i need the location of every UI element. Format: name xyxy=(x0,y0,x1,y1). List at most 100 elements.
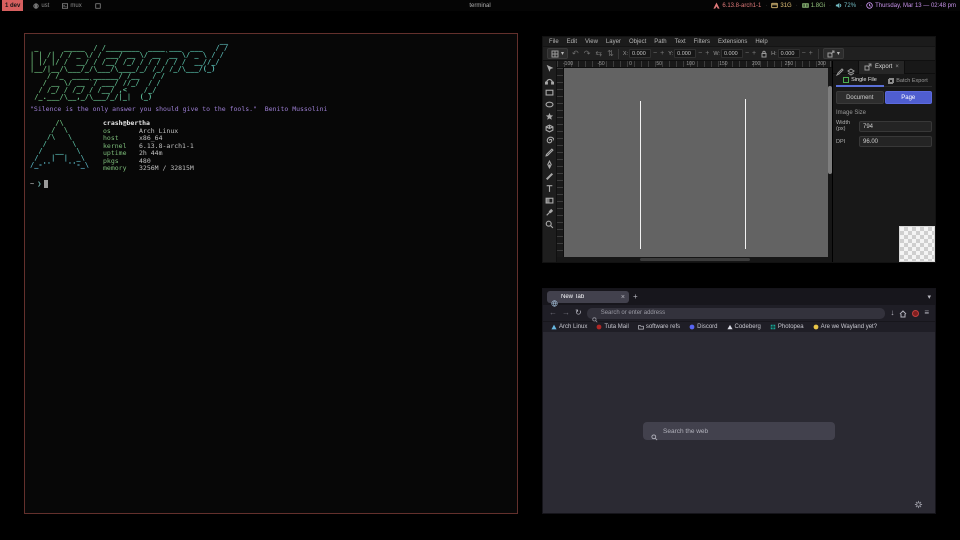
pencil-tool[interactable] xyxy=(545,148,554,157)
menu-path[interactable]: Path xyxy=(654,39,666,45)
tab-batch-export[interactable]: Batch Export xyxy=(884,75,932,87)
stepper-minus[interactable]: − xyxy=(744,49,750,58)
inkscape-window[interactable]: File Edit View Layer Object Path Text Filters Ex… xyxy=(542,36,936,263)
transform-button-3[interactable]: ⇅ xyxy=(607,48,614,59)
bookmark-arch-linux[interactable]: Arch Linux xyxy=(551,324,587,330)
stepper-minus[interactable]: − xyxy=(801,49,807,58)
menu-file[interactable]: File xyxy=(549,39,559,45)
scale-options-dropdown[interactable]: ▾ xyxy=(823,48,844,59)
menu-button[interactable]: ≡ xyxy=(924,306,929,320)
panel-tabs: Export × xyxy=(833,61,935,74)
home-button[interactable] xyxy=(899,309,907,317)
ellipse-tool[interactable] xyxy=(545,100,554,109)
lock-icon[interactable] xyxy=(760,50,768,58)
close-tab-icon[interactable]: × xyxy=(621,294,625,301)
module-kernel-text: 6.13.8-arch1-1 xyxy=(722,3,761,9)
field-label: Y: xyxy=(668,51,673,57)
rect-tool[interactable] xyxy=(545,88,554,97)
transform-button-2[interactable]: ⇆ xyxy=(595,48,602,59)
menu-object[interactable]: Object xyxy=(629,39,646,45)
browser-window[interactable]: New Tab × + ▾ ← → ↻ Search or enter addr… xyxy=(542,288,936,514)
workspace-3[interactable]: mux xyxy=(59,0,84,11)
system-fetch: /\ / \ /\ \ / \ / __ \ / | | _\ /_-'' ''… xyxy=(30,120,512,173)
back-button[interactable]: ← xyxy=(549,306,557,320)
box3d-tool[interactable] xyxy=(545,124,554,133)
drawing-canvas[interactable] xyxy=(564,68,828,257)
zoom-tool[interactable] xyxy=(545,220,554,229)
module-separator: · xyxy=(860,3,862,9)
globe-icon xyxy=(33,3,39,9)
calligraphy-tool[interactable] xyxy=(545,172,554,181)
bookmark-software-refs[interactable]: software refs xyxy=(638,324,680,330)
tab-single-file[interactable]: Single File xyxy=(836,75,884,87)
dpi-input[interactable]: 96.00 xyxy=(859,136,932,147)
stepper-plus[interactable]: + xyxy=(808,49,814,58)
menu-text[interactable]: Text xyxy=(675,39,686,45)
inkscape-toolbox xyxy=(543,61,557,262)
close-icon[interactable]: × xyxy=(895,64,899,70)
export-tab[interactable]: Export × xyxy=(858,61,905,74)
scrollbar-thumb[interactable] xyxy=(640,258,750,261)
workspace-1[interactable]: 1 dev xyxy=(2,0,23,11)
text-tool[interactable] xyxy=(545,184,554,193)
drawn-line-left[interactable] xyxy=(640,101,641,249)
web-search-box[interactable]: Search the web xyxy=(643,422,835,440)
ruler-tick-label: 250 xyxy=(785,61,793,67)
drawn-line-right[interactable] xyxy=(745,99,746,249)
selector-tool[interactable] xyxy=(545,64,554,73)
spiral-tool[interactable] xyxy=(545,136,554,145)
workspace-2[interactable]: ust xyxy=(30,0,52,11)
document-button[interactable]: Document xyxy=(836,91,884,104)
dropper-tool[interactable] xyxy=(545,208,554,217)
bookmark-discord[interactable]: Discord xyxy=(689,324,717,330)
terminal-quote: "Silence is the only answer you should g… xyxy=(30,106,512,113)
menu-help[interactable]: Help xyxy=(755,39,767,45)
field-value[interactable]: 0.000 xyxy=(721,49,743,58)
selection-mode-dropdown[interactable]: ▾ xyxy=(547,48,568,59)
field-value[interactable]: 0.000 xyxy=(629,49,651,58)
gradient-tool[interactable] xyxy=(545,196,554,205)
stepper-minus[interactable]: − xyxy=(652,49,658,58)
stepper-plus[interactable]: + xyxy=(659,49,665,58)
extension-icon[interactable] xyxy=(912,310,919,317)
gear-icon[interactable] xyxy=(914,496,923,505)
forward-button[interactable]: → xyxy=(562,306,570,320)
bookmark-tuta-mail[interactable]: Tuta Mail xyxy=(596,324,628,330)
reload-button[interactable]: ↻ xyxy=(575,306,582,320)
downloads-button[interactable]: ↓ xyxy=(890,306,894,320)
pen-tool[interactable] xyxy=(545,160,554,169)
stepper-plus[interactable]: + xyxy=(751,49,757,58)
menu-extensions[interactable]: Extensions xyxy=(718,39,747,45)
menu-edit[interactable]: Edit xyxy=(567,39,577,45)
stepper-plus[interactable]: + xyxy=(704,49,710,58)
menu-filters[interactable]: Filters xyxy=(694,39,710,45)
shell-prompt[interactable]: ~ ❯ xyxy=(30,180,512,188)
address-bar[interactable]: Search or enter address xyxy=(587,308,886,319)
pencil-panel-icon[interactable] xyxy=(836,63,844,71)
layers-panel-icon[interactable] xyxy=(847,63,855,71)
width-input[interactable]: 794 xyxy=(859,121,932,132)
field-value[interactable]: 0.000 xyxy=(674,49,696,58)
bookmark-codeberg[interactable]: Codeberg xyxy=(727,324,761,330)
node-tool[interactable] xyxy=(545,76,554,85)
transform-button-0[interactable]: ↶ xyxy=(572,48,579,59)
horizontal-scrollbar[interactable] xyxy=(557,257,832,262)
field-value[interactable]: 0.000 xyxy=(778,49,800,58)
horizontal-ruler[interactable]: -100-50050100150200250300 xyxy=(557,61,832,68)
page-button[interactable]: Page xyxy=(885,91,933,104)
vertical-ruler[interactable] xyxy=(557,68,564,257)
toolbar-separator xyxy=(818,49,819,59)
stepper-minus[interactable]: − xyxy=(697,49,703,58)
transform-button-1[interactable]: ↷ xyxy=(584,48,591,59)
bookmark-are-we-wayland-yet-[interactable]: Are we Wayland yet? xyxy=(813,324,877,330)
star-tool[interactable] xyxy=(545,112,554,121)
menu-view[interactable]: View xyxy=(585,39,598,45)
fetch-rows: osArch Linuxhostx86_64kernel6.13.8-arch1… xyxy=(103,128,194,173)
terminal-window[interactable]: __ _ _____ / /________ ____ ___ ___ / / … xyxy=(24,33,518,514)
new-tab-button[interactable]: + xyxy=(633,291,638,303)
list-tabs-chevron-icon[interactable]: ▾ xyxy=(927,293,931,301)
bookmark-photopea[interactable]: Photopea xyxy=(770,324,804,330)
menu-layer[interactable]: Layer xyxy=(606,39,621,45)
workspace-4[interactable] xyxy=(92,0,104,11)
tab-new-tab[interactable]: New Tab × xyxy=(547,291,629,303)
